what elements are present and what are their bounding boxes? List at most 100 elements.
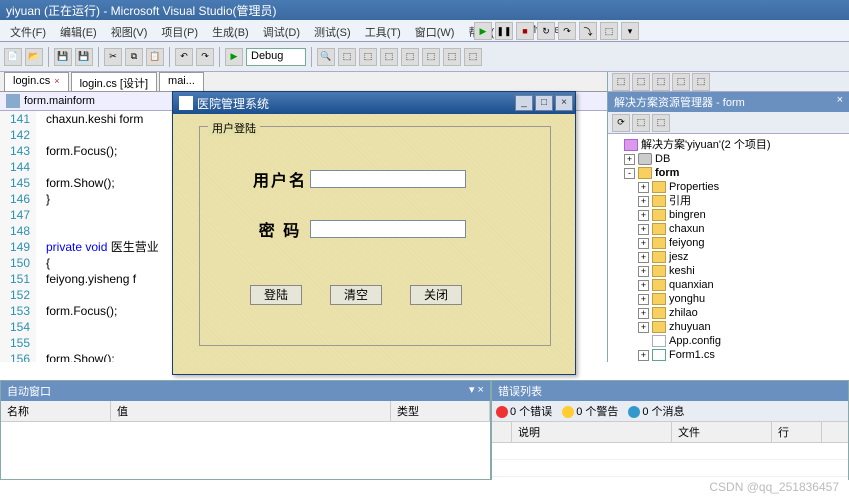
solution-tree[interactable]: 解决方案'yiyuan'(2 个项目)+DB-form+Properties+引…	[608, 134, 849, 362]
password-label: 密 码	[250, 217, 310, 241]
se-i3-icon[interactable]: ⬚	[652, 73, 670, 91]
showall-icon[interactable]: ⬚	[632, 114, 650, 132]
dialog-title: 医院管理系统	[197, 95, 269, 112]
main-toolbar: 📄 📂 💾 💾 ✂ ⧉ 📋 ↶ ↷ ▶ Debug 🔍 ⬚ ⬚ ⬚ ⬚ ⬚ ⬚ …	[0, 42, 849, 72]
tab-login-design[interactable]: login.cs [设计]	[71, 72, 157, 91]
save-icon[interactable]: 💾	[54, 48, 72, 66]
tree-node[interactable]: 解决方案'yiyuan'(2 个项目)	[610, 138, 847, 152]
cut-icon[interactable]: ✂	[104, 48, 122, 66]
menu-tools[interactable]: 工具(T)	[359, 22, 407, 39]
code-text[interactable]: chaxun.keshi form form.Focus(); form.Sho…	[36, 111, 159, 362]
menu-project[interactable]: 项目(P)	[155, 22, 204, 39]
warning-icon	[562, 406, 574, 418]
tree-node[interactable]: +quanxian	[610, 278, 847, 292]
editor-tabs: login.cs× login.cs [设计] mai...	[0, 72, 607, 92]
auto-window: 自动窗口▾ × 名称 值 类型	[0, 380, 491, 480]
step-over-icon[interactable]: ⤵	[579, 22, 597, 40]
hex-icon[interactable]: ⬚	[600, 22, 618, 40]
app-icon	[179, 96, 193, 110]
username-input[interactable]	[310, 170, 466, 188]
t2-icon[interactable]: ⬚	[359, 48, 377, 66]
debug-controls: ▶ ❚❚ ■ ↻ ↷ ⤵ ⬚ ▾	[474, 22, 639, 40]
panel-close-icon[interactable]: ×	[837, 94, 843, 106]
class-icon	[6, 94, 20, 108]
tree-node[interactable]: +feiyong	[610, 236, 847, 250]
tab-mainform[interactable]: mai...	[159, 72, 204, 91]
login-group: 用户登陆 用户名 密 码 登陆 清空 关闭	[199, 126, 551, 346]
pause-icon[interactable]: ❚❚	[495, 22, 513, 40]
paste-icon[interactable]: 📋	[146, 48, 164, 66]
undo-icon[interactable]: ↶	[175, 48, 193, 66]
se-i2-icon[interactable]: ⬚	[632, 73, 650, 91]
config-combo[interactable]: Debug	[246, 48, 306, 66]
errors-filter[interactable]: 0 个错误	[496, 403, 552, 419]
menu-debug[interactable]: 调试(D)	[257, 22, 306, 39]
se-i1-icon[interactable]: ⬚	[612, 73, 630, 91]
pin-icon[interactable]: ▾ ×	[469, 383, 484, 399]
tree-node[interactable]: +bingren	[610, 208, 847, 222]
menu-view[interactable]: 视图(V)	[105, 22, 154, 39]
tree-node[interactable]: +jesz	[610, 250, 847, 264]
step-icon[interactable]: ↷	[558, 22, 576, 40]
tree-node[interactable]: +yonghu	[610, 292, 847, 306]
redo-icon[interactable]: ↷	[196, 48, 214, 66]
open-icon[interactable]: 📂	[25, 48, 43, 66]
window-icon[interactable]: ▾	[621, 22, 639, 40]
close-button[interactable]: ×	[555, 95, 573, 111]
group-legend: 用户登陆	[208, 120, 260, 136]
t7-icon[interactable]: ⬚	[464, 48, 482, 66]
tree-node[interactable]: +Form1.cs	[610, 348, 847, 362]
login-button[interactable]: 登陆	[250, 285, 302, 305]
close-icon[interactable]: ×	[54, 76, 59, 86]
t6-icon[interactable]: ⬚	[443, 48, 461, 66]
title-bar: yiyuan (正在运行) - Microsoft Visual Studio(…	[0, 0, 849, 20]
tree-node[interactable]: +zhuyuan	[610, 320, 847, 334]
restart-icon[interactable]: ↻	[537, 22, 555, 40]
refresh-icon[interactable]: ⟳	[612, 114, 630, 132]
saveall-icon[interactable]: 💾	[75, 48, 93, 66]
tree-node[interactable]: App.config	[610, 334, 847, 348]
props-icon[interactable]: ⬚	[652, 114, 670, 132]
continue-icon[interactable]: ▶	[474, 22, 492, 40]
solution-header: 解决方案资源管理器 - form×	[608, 92, 849, 112]
menu-file[interactable]: 文件(F)	[4, 22, 52, 39]
tree-node[interactable]: +chaxun	[610, 222, 847, 236]
new-icon[interactable]: 📄	[4, 48, 22, 66]
tree-node[interactable]: +keshi	[610, 264, 847, 278]
tree-node[interactable]: +zhilao	[610, 306, 847, 320]
auto-columns: 名称 值 类型	[1, 401, 490, 422]
tree-node[interactable]: +DB	[610, 152, 847, 166]
messages-filter[interactable]: 0 个消息	[628, 403, 684, 419]
t4-icon[interactable]: ⬚	[401, 48, 419, 66]
info-icon	[628, 406, 640, 418]
find-icon[interactable]: 🔍	[317, 48, 335, 66]
play-icon[interactable]: ▶	[225, 48, 243, 66]
copy-icon[interactable]: ⧉	[125, 48, 143, 66]
close-dialog-button[interactable]: 关闭	[410, 285, 462, 305]
t3-icon[interactable]: ⬚	[380, 48, 398, 66]
tree-node[interactable]: +引用	[610, 194, 847, 208]
se-i5-icon[interactable]: ⬚	[692, 73, 710, 91]
tree-node[interactable]: -form	[610, 166, 847, 180]
error-list: 错误列表 0 个错误 0 个警告 0 个消息 说明 文件 行	[491, 380, 849, 480]
clear-button[interactable]: 清空	[330, 285, 382, 305]
minimize-button[interactable]: _	[515, 95, 533, 111]
menu-build[interactable]: 生成(B)	[206, 22, 255, 39]
error-icon	[496, 406, 508, 418]
t1-icon[interactable]: ⬚	[338, 48, 356, 66]
stop-icon[interactable]: ■	[516, 22, 534, 40]
dialog-titlebar[interactable]: 医院管理系统 _ □ ×	[173, 92, 575, 114]
menu-test[interactable]: 测试(S)	[308, 22, 357, 39]
se-i4-icon[interactable]: ⬚	[672, 73, 690, 91]
t5-icon[interactable]: ⬚	[422, 48, 440, 66]
maximize-button[interactable]: □	[535, 95, 553, 111]
tab-login-cs[interactable]: login.cs×	[4, 72, 69, 91]
error-list-title: 错误列表	[498, 383, 542, 399]
menu-window[interactable]: 窗口(W)	[409, 22, 461, 39]
login-dialog: 医院管理系统 _ □ × 用户登陆 用户名 密 码 登陆 清空 关闭	[172, 91, 576, 375]
menu-edit[interactable]: 编辑(E)	[54, 22, 103, 39]
warnings-filter[interactable]: 0 个警告	[562, 403, 618, 419]
password-input[interactable]	[310, 220, 466, 238]
tree-node[interactable]: +Properties	[610, 180, 847, 194]
menu-bar: 文件(F) 编辑(E) 视图(V) 项目(P) 生成(B) 调试(D) 测试(S…	[0, 20, 849, 42]
